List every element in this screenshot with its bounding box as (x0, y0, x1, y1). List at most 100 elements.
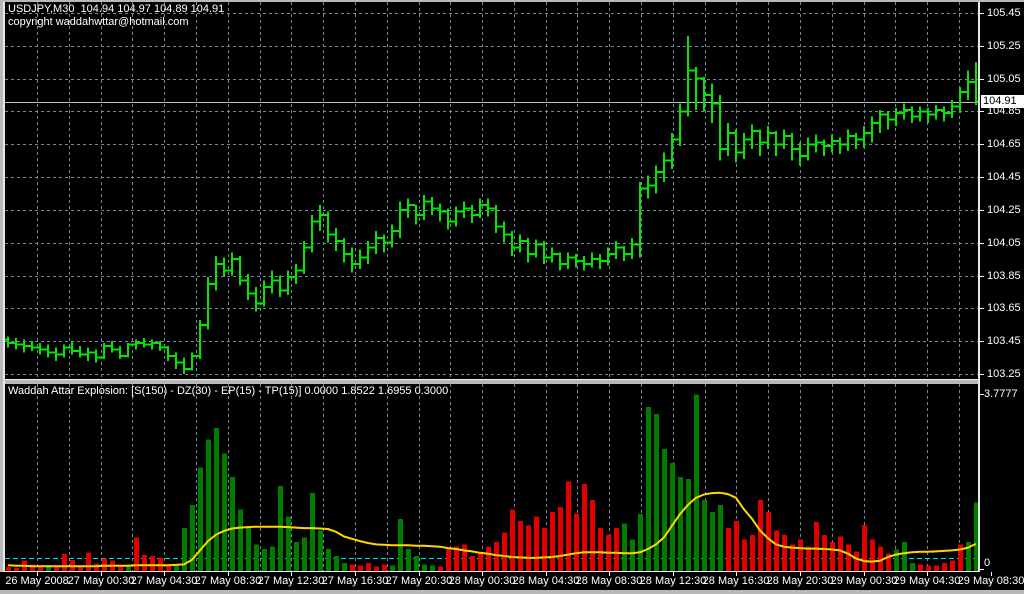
ohlc-bar (215, 256, 217, 290)
explosion-bar-down (942, 563, 947, 571)
explosion-bar-down (742, 540, 747, 571)
ohlc-close-tick (97, 357, 100, 359)
time-axis-label: 29 May 00:30 (831, 575, 898, 587)
indicator-canvas[interactable] (5, 384, 980, 571)
ohlc-bar (127, 343, 129, 358)
explosion-bar-up (270, 547, 275, 571)
time-axis-label: 27 May 04:30 (131, 575, 198, 587)
ohlc-bar (431, 197, 433, 215)
ohlc-close-tick (433, 207, 436, 209)
ohlc-open-tick (76, 350, 79, 352)
ohlc-open-tick (308, 247, 311, 249)
ohlc-bar (191, 353, 193, 371)
explosion-bar-down (614, 528, 619, 571)
explosion-bar-down (374, 566, 379, 571)
ohlc-close-tick (665, 160, 668, 162)
ohlc-open-tick (92, 352, 95, 354)
ohlc-bar (911, 107, 913, 123)
price-axis-label: 103.65 (987, 302, 1021, 314)
price-axis-tick (980, 243, 984, 244)
ohlc-bar (407, 198, 409, 218)
ohlc-open-tick (260, 302, 263, 304)
indicator-pane[interactable]: Waddah Attar Explosion: [S(150) - DZ(30)… (5, 384, 980, 572)
time-axis-label: 27 May 08:30 (195, 575, 262, 587)
ohlc-open-tick (284, 289, 287, 291)
ohlc-open-tick (876, 122, 879, 124)
explosion-bar-up (198, 468, 203, 571)
ohlc-bar (103, 343, 105, 359)
ohlc-close-tick (377, 237, 380, 239)
ohlc-bar (199, 320, 201, 359)
ohlc-bar (495, 205, 497, 233)
indicator-max-label: 3.7777 (984, 388, 1018, 400)
ohlc-open-tick (948, 112, 951, 114)
explosion-bar-up (262, 549, 267, 571)
ohlc-bar (271, 271, 273, 294)
time-axis-label: 26 May 2008 (5, 575, 69, 587)
explosion-bar-up (414, 556, 419, 571)
ohlc-bar (519, 235, 521, 253)
explosion-bar-up (430, 565, 435, 571)
ohlc-bar (71, 341, 73, 354)
ohlc-close-tick (913, 115, 916, 117)
ohlc-open-tick (900, 112, 903, 114)
ohlc-close-tick (465, 207, 468, 209)
ohlc-close-tick (873, 122, 876, 124)
ohlc-close-tick (825, 145, 828, 147)
ohlc-open-tick (196, 355, 199, 357)
price-axis-label: 105.45 (987, 7, 1021, 19)
time-axis[interactable]: 26 May 200827 May 00:3027 May 04:3027 Ma… (0, 572, 1024, 590)
ohlc-close-tick (337, 240, 340, 242)
explosion-bar-down (502, 533, 507, 571)
price-axis[interactable]: 104.91 3.7777 0 105.45105.25105.05104.85… (980, 2, 1024, 590)
ohlc-close-tick (401, 209, 404, 211)
ohlc-close-tick (241, 279, 244, 281)
ohlc-bar (615, 241, 617, 259)
ohlc-bar (31, 341, 33, 351)
price-chart-pane[interactable]: USDJPY,M30 104.94 104.97 104.89 104.91 c… (5, 2, 980, 380)
ohlc-close-tick (265, 286, 268, 288)
ohlc-open-tick (52, 352, 55, 354)
ohlc-bar (575, 254, 577, 267)
ohlc-close-tick (169, 355, 172, 357)
ohlc-close-tick (745, 138, 748, 140)
ohlc-close-tick (89, 352, 92, 354)
ohlc-bar (767, 126, 769, 149)
ohlc-open-tick (892, 119, 895, 121)
time-axis-label: 27 May 00:30 (68, 575, 135, 587)
ohlc-bar (623, 246, 625, 261)
ohlc-close-tick (369, 247, 372, 249)
explosion-bar-down (6, 567, 11, 571)
ohlc-open-tick (692, 69, 695, 71)
ohlc-close-tick (713, 102, 716, 104)
time-axis-label: 28 May 16:30 (703, 575, 770, 587)
ohlc-bar (455, 207, 457, 227)
price-axis-label: 105.05 (987, 73, 1021, 85)
ohlc-close-tick (113, 348, 116, 350)
ohlc-close-tick (137, 342, 140, 344)
ohlc-close-tick (201, 324, 204, 326)
ohlc-bar (823, 139, 825, 155)
explosion-bar-down (590, 500, 595, 571)
explosion-bar-down (854, 551, 859, 571)
ohlc-bar (551, 248, 553, 263)
ohlc-bar (295, 264, 297, 284)
ohlc-open-tick (740, 151, 743, 153)
explosion-bar-down (382, 564, 387, 571)
ohlc-bar (959, 87, 961, 113)
ohlc-close-tick (17, 343, 20, 345)
ohlc-close-tick (57, 353, 60, 355)
explosion-bar-up (702, 500, 707, 571)
ohlc-open-tick (484, 204, 487, 206)
explosion-bar-up (694, 394, 699, 571)
explosion-bar-up (710, 512, 715, 571)
ohlc-open-tick (700, 78, 703, 80)
price-axis-label: 103.85 (987, 270, 1021, 282)
explosion-bar-down (918, 564, 923, 571)
ohlc-open-tick (836, 140, 839, 142)
price-axis-tick (980, 111, 984, 112)
ohlc-open-tick (556, 253, 559, 255)
ohlc-bar (799, 143, 801, 166)
price-axis-tick (980, 308, 984, 309)
price-chart-canvas[interactable] (5, 2, 980, 379)
